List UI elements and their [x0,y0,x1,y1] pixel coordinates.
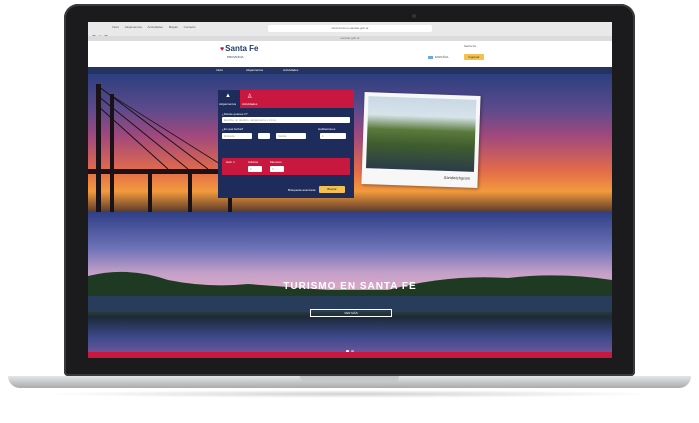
photo-caption: Sandwichgram [443,174,471,181]
login-button[interactable]: Ingresar [464,54,484,60]
checkin-input[interactable]: Entrada [222,133,252,139]
advanced-search-link[interactable]: Búsqueda avanzada [288,188,315,192]
bookmark-item[interactable]: Alojamientos [125,25,142,29]
nav-item-alojamientos[interactable]: Alojamientos [246,68,263,72]
bookmark-item[interactable]: Contacto [184,25,196,29]
laptop-shadow [40,390,660,398]
search-button[interactable]: Buscar [319,186,345,193]
bookmark-item[interactable]: Actividades [148,25,163,29]
destination-label: ¿Dónde quieres ir? [222,112,248,116]
bookmark-item[interactable]: Mapas [169,25,178,29]
booking-tabs: ▲ Alojamientos ♙ Actividades [218,90,354,108]
camera-icon [412,14,416,18]
tab-lodging[interactable]: ▲ Alojamientos [218,90,240,108]
browser-screen: Inicio Alojamientos Actividades Mapas Co… [88,22,612,358]
main-nav: Inicio Alojamientos Actividades [88,67,612,74]
site-header: ♥Santa Fe PROVINCIA Santa Fe ESPAÑOL Ing… [88,41,612,67]
tab-activities[interactable]: ♙ Actividades [240,90,354,108]
room-label: Hab. 1 [226,160,235,164]
destination-input[interactable]: Escribe un destino, alojamiento o zona [222,117,350,123]
language-selector[interactable]: ESPAÑOL [428,55,449,59]
adults-select[interactable]: 2 [248,166,262,172]
polaroid-photo: Sandwichgram [361,92,481,188]
heart-icon: ♥ [220,46,225,53]
section-title: TURISMO EN SANTA FE [283,281,417,292]
laptop-notch [300,376,399,382]
kids-select[interactable]: 0 [270,166,284,172]
bookmark-item[interactable]: Inicio [112,25,119,29]
room-row: Hab. 1 Adultos Menores 2 0 [222,158,350,175]
bookmark-bar: Inicio Alojamientos Actividades Mapas Co… [112,25,201,29]
rooms-select[interactable]: 1 [320,133,346,139]
date-label: ¿En qué fecha? [222,127,244,131]
header-link[interactable]: Santa Fe [464,44,476,48]
booking-widget: ▲ Alojamientos ♙ Actividades ¿Dónde quie… [218,90,354,198]
hotel-icon: ▲ [225,93,231,99]
logo-subtitle: PROVINCIA [227,55,244,59]
footer-strip [88,352,612,358]
address-bar[interactable]: www.turismo.santafe.gob.ar [268,25,432,32]
nav-item-actividades[interactable]: Actividades [283,68,298,72]
rooms-label: Habitaciones [318,127,336,131]
kids-label: Menores [270,160,282,164]
see-more-button[interactable]: VER MÁS [310,309,392,317]
nights-select[interactable] [258,133,270,139]
flag-icon [428,55,433,59]
adults-label: Adultos [248,160,259,164]
nav-item-inicio[interactable]: Inicio [216,68,223,72]
walking-icon: ♙ [247,94,253,100]
checkout-input[interactable]: Salida [276,133,306,139]
site-logo[interactable]: ♥Santa Fe [220,44,259,53]
kayak-photo [365,96,477,172]
browser-toolbar: Inicio Alojamientos Actividades Mapas Co… [88,22,612,39]
